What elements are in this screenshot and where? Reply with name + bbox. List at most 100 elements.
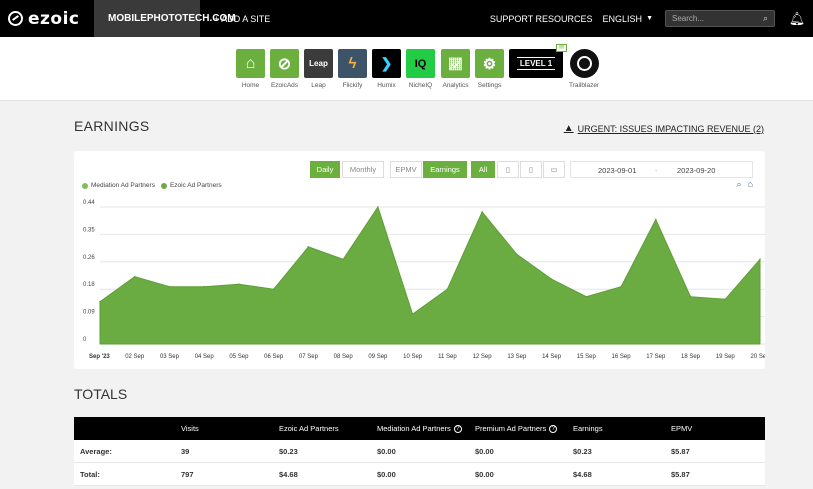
level-badge[interactable]: LEVEL 1 ✉ [509,44,567,78]
app-label: Flickify [342,82,363,89]
table-row: Total: 797 $4.68 $0.00 $0.00 $4.68 $5.87 [74,463,765,486]
y-tick-label: 0.44 [83,200,95,206]
app-ezoicads[interactable]: ⊘ EzoicAds [270,49,299,89]
data-point[interactable] [203,285,206,288]
x-tick-label: 12 Sep [473,354,493,360]
app-label: NicheIQ [408,82,433,89]
add-site-link[interactable]: + ADD A SITE [214,14,270,24]
x-tick-label: 16 Sep [612,354,632,360]
x-tick-label: 03 Sep [160,354,180,360]
help-icon[interactable]: ? [549,424,558,433]
mail-icon: ✉ [556,44,567,52]
trailblazer-icon [569,49,599,78]
ezoicads-icon: ⊘ [270,49,299,78]
humix-icon: ❯ [372,49,401,78]
search-input[interactable] [672,14,763,23]
cell-ezoic: $0.23 [279,447,298,456]
series-ezoic-ad-partners-area[interactable] [99,205,761,345]
app-leap[interactable]: Leap Leap [304,49,333,89]
urgent-issues-label: URGENT: ISSUES IMPACTING REVENUE (2) [577,123,764,134]
earnings-area-chart: 0 0.09 0.18 0.26 0.35 0.44 Sep '23 02 Sep 03 Sep… [83,200,765,360]
data-point[interactable] [689,295,692,298]
app-bar: ⌂ Home ⊘ EzoicAds Leap Leap ϟ Flickify ❯… [0,37,813,101]
x-tick-label: 19 Sep [716,354,736,360]
data-point[interactable] [585,295,588,298]
data-point[interactable] [238,283,240,286]
col-premium-ad-partners: Premium Ad Partners? [475,424,558,433]
data-point[interactable] [759,258,761,261]
ezoic-logo[interactable]: ezoic [0,9,94,29]
totals-table: Visits Ezoic Ad Partners Mediation Ad Pa… [74,417,765,486]
data-point[interactable] [516,253,518,256]
data-point[interactable] [550,278,553,281]
x-tick-label: 18 Sep [681,354,701,360]
data-point[interactable] [307,246,310,248]
x-tick-label: 07 Sep [299,354,319,360]
app-label: Leap [311,82,326,89]
urgent-issues-link[interactable]: ▲ URGENT: ISSUES IMPACTING REVENUE (2) [564,123,764,134]
app-trailblazer[interactable]: Trailblazer [569,49,599,89]
cell-ezoic: $4.68 [279,470,298,479]
app-label: Home [241,82,260,89]
data-point[interactable] [99,300,101,303]
bell-icon[interactable]: 🔔︎ [785,11,809,27]
settings-icon: ⚙ [475,49,504,78]
data-point[interactable] [377,206,379,208]
y-tick-label: 0.35 [83,227,95,233]
nicheiq-icon: IQ [406,49,435,78]
flickify-icon: ϟ [338,49,367,78]
data-point[interactable] [446,288,449,290]
language-selector[interactable]: ENGLISH ▼ [603,14,653,24]
cell-mediation: $0.00 [377,470,396,479]
support-resources-link[interactable]: SUPPORT RESOURCES [490,14,593,24]
data-point[interactable] [272,288,275,290]
col-epmv: EPMV [671,424,693,433]
cell-earnings: $0.23 [573,447,592,456]
site-selector[interactable]: MOBILEPHOTOTECH.COM [94,0,236,37]
search-icon[interactable]: ⌕ [763,13,768,24]
data-point[interactable] [481,211,483,213]
data-point[interactable] [654,218,657,221]
app-home[interactable]: ⌂ Home [236,49,265,89]
row-label: Total: [80,470,100,479]
analytics-icon: 📈︎ [441,49,470,78]
help-icon[interactable]: ? [453,424,462,433]
search-box[interactable]: ⌕ [665,10,775,27]
totals-title: TOTALS [74,386,128,402]
data-point[interactable] [133,275,136,278]
x-tick-label: Sep '23 [89,354,110,360]
language-label: ENGLISH [602,13,643,24]
y-tick-label: 0.18 [83,282,95,288]
data-point[interactable] [168,285,171,288]
cell-premium: $0.00 [475,470,494,479]
data-point[interactable] [724,298,727,300]
cell-visits: 797 [181,470,194,479]
x-tick-label: 02 Sep [125,354,145,360]
x-tick-label: 20 Sep [750,354,765,360]
app-humix[interactable]: ❯ Humix [372,49,401,89]
level-badge-label: LEVEL 1 [516,57,556,70]
row-label: Average: [80,447,112,456]
app-flickify[interactable]: ϟ Flickify [338,49,367,89]
app-nicheiq[interactable]: IQ NicheIQ [406,49,435,89]
caret-down-icon: ▼ [646,15,653,22]
app-label: Trailblazer [569,82,600,89]
x-tick-label: 05 Sep [229,354,249,360]
app-label: Settings [477,82,502,89]
x-tick-label: 13 Sep [507,354,527,360]
cell-mediation: $0.00 [377,447,396,456]
app-settings[interactable]: ⚙ Settings [475,49,504,89]
x-tick-label: 06 Sep [264,354,284,360]
cell-earnings: $4.68 [573,470,592,479]
data-point[interactable] [342,258,344,261]
col-mediation-ad-partners: Mediation Ad Partners? [377,424,462,433]
cell-epmv: $5.87 [671,447,690,456]
col-ezoic-ad-partners: Ezoic Ad Partners [279,424,339,433]
leap-icon: Leap [304,49,333,78]
y-tick-label: 0.26 [83,255,95,261]
data-point[interactable] [620,285,622,288]
y-tick-label: 0 [83,337,87,343]
data-point[interactable] [411,313,414,315]
x-tick-label: 15 Sep [577,354,597,360]
app-analytics[interactable]: 📈︎ Analytics [441,49,470,89]
